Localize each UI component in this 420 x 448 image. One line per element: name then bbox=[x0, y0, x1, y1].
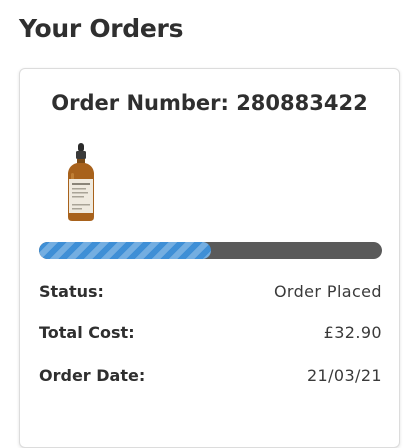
order-number: Order Number: 280883422 bbox=[51, 91, 368, 115]
order-progress-bar bbox=[39, 242, 382, 259]
status-label: Status: bbox=[39, 282, 104, 301]
total-cost-row: Total Cost: £32.90 bbox=[39, 323, 382, 345]
page-title: Your Orders bbox=[19, 14, 184, 43]
order-date-label: Order Date: bbox=[39, 366, 146, 385]
status-row: Status: Order Placed bbox=[39, 282, 382, 304]
order-progress-fill bbox=[39, 242, 211, 259]
total-cost-value: £32.90 bbox=[323, 323, 382, 342]
product-image[interactable] bbox=[64, 143, 98, 223]
order-date-value: 21/03/21 bbox=[306, 366, 382, 385]
serum-bottle-image bbox=[68, 143, 94, 221]
order-card[interactable]: Order Number: 280883422 Status: Order Pl… bbox=[19, 68, 400, 448]
total-cost-label: Total Cost: bbox=[39, 323, 135, 342]
status-value: Order Placed bbox=[273, 282, 382, 301]
order-date-row: Order Date: 21/03/21 bbox=[39, 366, 382, 388]
